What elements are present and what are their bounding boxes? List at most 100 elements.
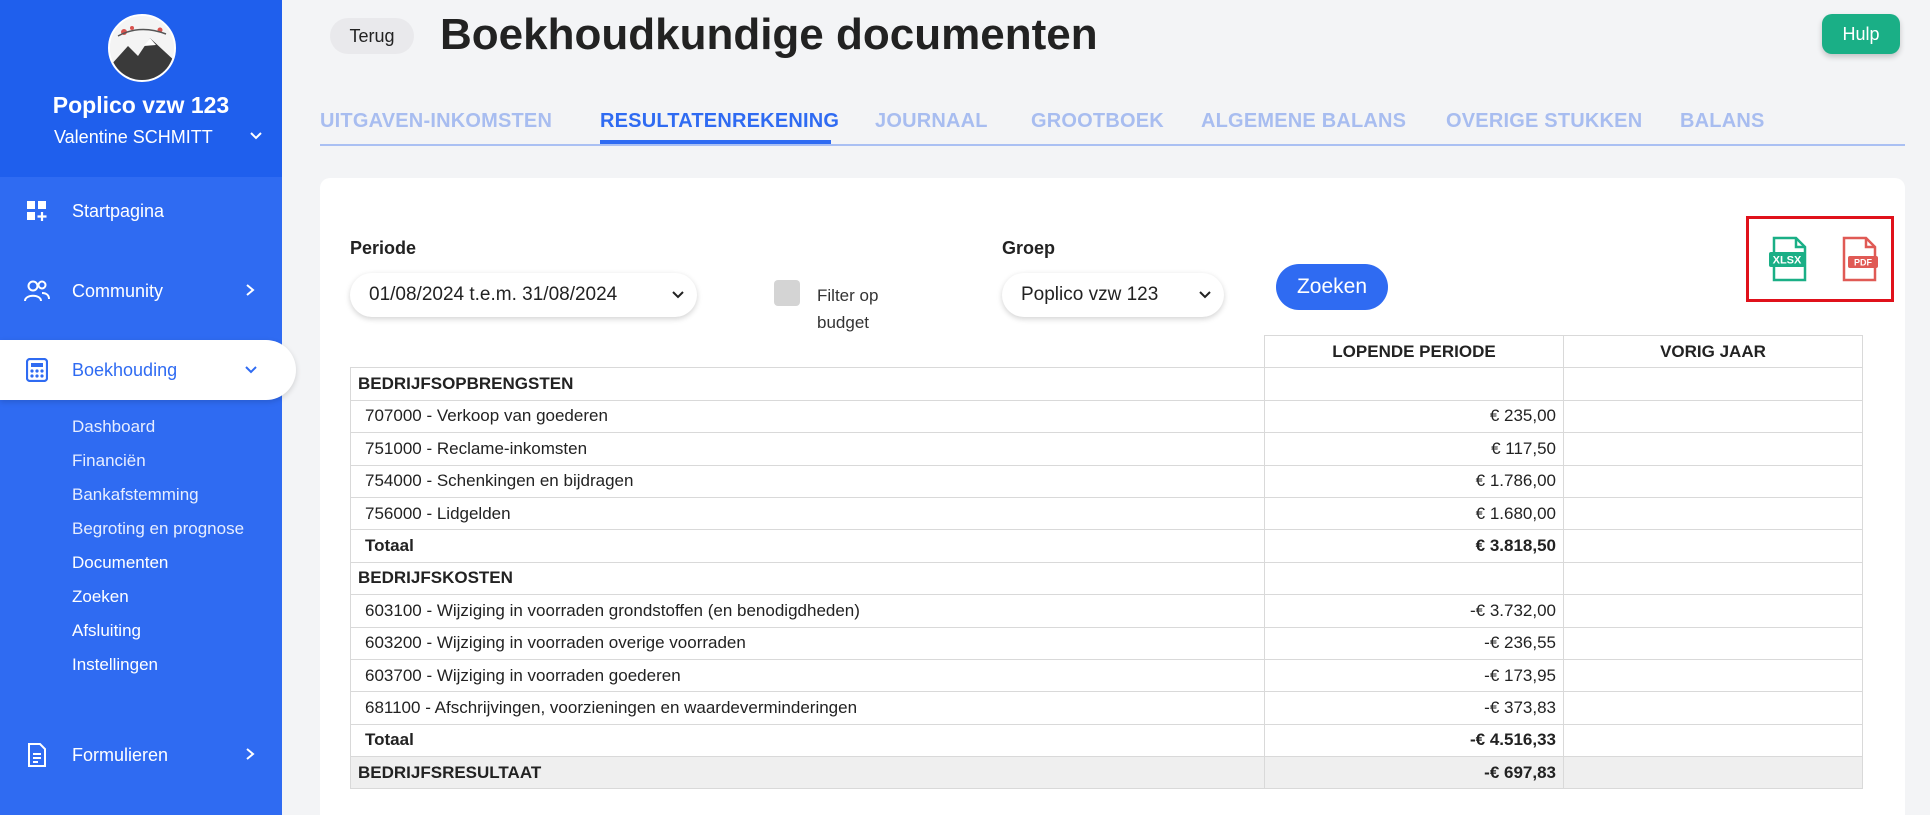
previous-amount bbox=[1563, 594, 1863, 628]
table-row: 603700 - Wijziging in voorraden goederen… bbox=[350, 658, 1863, 693]
table-row: 681100 - Afschrijvingen, voorzieningen e… bbox=[350, 691, 1863, 725]
previous-amount bbox=[1563, 399, 1863, 434]
account-name: 707000 - Verkoop van goederen bbox=[350, 399, 1265, 434]
current-amount: € 1.786,00 bbox=[1264, 464, 1564, 498]
period-select-value: 01/08/2024 t.e.m. 31/08/2024 bbox=[369, 284, 618, 305]
nav-accounting-label: Boekhouding bbox=[72, 359, 178, 380]
subnav-dashboard[interactable]: Dashboard bbox=[72, 417, 155, 437]
chevron-right-icon bbox=[244, 281, 256, 302]
previous-amount bbox=[1563, 432, 1863, 466]
active-tab-indicator bbox=[600, 140, 831, 144]
subnav-closing[interactable]: Afsluiting bbox=[72, 621, 141, 641]
account-name: 754000 - Schenkingen en bijdragen bbox=[350, 464, 1265, 498]
tab-general-ledger[interactable]: GROOTBOEK bbox=[1031, 110, 1164, 133]
previous-amount bbox=[1563, 464, 1863, 498]
total-current-amount: € 3.818,50 bbox=[1264, 529, 1564, 563]
subnav-budget-forecast[interactable]: Begroting en prognose bbox=[72, 519, 244, 539]
chevron-right-icon bbox=[244, 745, 256, 766]
subnav-documents[interactable]: Documenten bbox=[72, 553, 168, 573]
total-current-amount: -€ 4.516,33 bbox=[1264, 723, 1564, 758]
subnav-bank-reconciliation[interactable]: Bankafstemming bbox=[72, 485, 199, 505]
previous-amount bbox=[1563, 691, 1863, 725]
tab-bar: UITGAVEN-INKOMSTEN RESULTATENREKENING JO… bbox=[320, 104, 1905, 146]
tab-general-balance[interactable]: ALGEMENE BALANS bbox=[1201, 110, 1406, 133]
income-statement-table: LOPENDE PERIODE VORIG JAAR BEDRIJFSOPBRE… bbox=[350, 334, 1863, 790]
account-name: 603100 - Wijziging in voorraden grondsto… bbox=[350, 594, 1265, 628]
result-label: BEDRIJFSRESULTAAT bbox=[350, 756, 1265, 790]
user-name: Valentine SCHMITT bbox=[54, 127, 213, 147]
current-amount: € 235,00 bbox=[1264, 399, 1564, 434]
nav-forms[interactable]: Formulieren bbox=[0, 725, 282, 785]
subnav-finances[interactable]: Financiën bbox=[72, 451, 146, 471]
current-amount: -€ 373,83 bbox=[1264, 691, 1564, 725]
tab-other-documents[interactable]: OVERIGE STUKKEN bbox=[1446, 110, 1642, 133]
total-label: Totaal bbox=[350, 529, 1265, 563]
current-amount: € 117,50 bbox=[1264, 432, 1564, 466]
back-button[interactable]: Terug bbox=[330, 18, 414, 54]
nav-community[interactable]: Community bbox=[0, 261, 282, 321]
account-name: 756000 - Lidgelden bbox=[350, 496, 1265, 531]
subnav-search[interactable]: Zoeken bbox=[72, 587, 129, 607]
chevron-down-icon bbox=[671, 287, 685, 303]
org-header[interactable]: Poplico vzw 123 Valentine SCHMITT bbox=[0, 0, 282, 177]
current-amount: -€ 236,55 bbox=[1264, 626, 1564, 660]
users-icon bbox=[24, 278, 50, 304]
tab-journal[interactable]: JOURNAAL bbox=[875, 110, 988, 133]
budget-filter-checkbox[interactable] bbox=[774, 280, 800, 306]
total-label: Totaal bbox=[350, 723, 1265, 758]
group-label: Groep bbox=[1002, 238, 1056, 258]
total-row: Totaal € 3.818,50 bbox=[350, 529, 1863, 563]
group-select[interactable]: Poplico vzw 123 bbox=[1002, 273, 1224, 317]
page-title: Boekhoudkundige documenten bbox=[440, 10, 1098, 59]
table-header-row: LOPENDE PERIODE VORIG JAAR bbox=[350, 334, 1863, 369]
previous-amount bbox=[1563, 626, 1863, 660]
total-previous-amount bbox=[1563, 723, 1863, 758]
nav-home-label: Startpagina bbox=[72, 200, 165, 221]
svg-text:PDF: PDF bbox=[1854, 258, 1873, 268]
table-row: 754000 - Schenkingen en bijdragen € 1.78… bbox=[350, 464, 1863, 498]
previous-amount bbox=[1563, 496, 1863, 531]
search-button[interactable]: Zoeken bbox=[1276, 264, 1388, 310]
nav-community-label: Community bbox=[72, 280, 164, 301]
chevron-down-icon bbox=[1198, 287, 1212, 303]
help-button[interactable]: Hulp bbox=[1822, 14, 1900, 54]
nav-home[interactable]: Startpagina bbox=[0, 181, 282, 241]
account-name: 751000 - Reclame-inkomsten bbox=[350, 432, 1265, 466]
section-row: BEDRIJFSOPBRENGSTEN bbox=[350, 367, 1863, 401]
col-previous-year: VORIG JAAR bbox=[1563, 334, 1863, 369]
subnav-settings[interactable]: Instellingen bbox=[72, 655, 158, 675]
section-row: BEDRIJFSKOSTEN bbox=[350, 561, 1863, 596]
account-name: 603700 - Wijziging in voorraden goederen bbox=[350, 658, 1265, 693]
nav-forms-label: Formulieren bbox=[72, 744, 169, 765]
total-row: Totaal -€ 4.516,33 bbox=[350, 723, 1863, 758]
tab-income-statement[interactable]: RESULTATENREKENING bbox=[600, 110, 839, 133]
chevron-down-icon[interactable] bbox=[248, 127, 264, 148]
pdf-export-icon[interactable]: PDF bbox=[1838, 236, 1880, 282]
section-label: BEDRIJFSOPBRENGSTEN bbox=[350, 367, 1265, 401]
org-name: Poplico vzw 123 bbox=[52, 92, 230, 118]
group-select-value: Poplico vzw 123 bbox=[1021, 284, 1159, 305]
period-select[interactable]: 01/08/2024 t.e.m. 31/08/2024 bbox=[350, 273, 697, 317]
table-row: 751000 - Reclame-inkomsten € 117,50 bbox=[350, 432, 1863, 466]
current-amount: € 1.680,00 bbox=[1264, 496, 1564, 531]
tab-expenses-income[interactable]: UITGAVEN-INKOMSTEN bbox=[320, 110, 552, 133]
xlsx-export-icon[interactable]: XLSX bbox=[1768, 236, 1810, 282]
budget-filter-label: Filter op budget bbox=[817, 286, 879, 332]
sidebar: Poplico vzw 123 Valentine SCHMITT Startp… bbox=[0, 0, 296, 815]
period-label: Periode bbox=[350, 238, 417, 258]
tab-balance[interactable]: BALANS bbox=[1680, 110, 1765, 133]
account-name: 681100 - Afschrijvingen, voorzieningen e… bbox=[350, 691, 1265, 725]
result-previous-amount bbox=[1563, 756, 1863, 790]
dashboard-add-icon bbox=[24, 198, 50, 224]
current-amount: -€ 3.732,00 bbox=[1264, 594, 1564, 628]
nav-accounting[interactable]: Boekhouding bbox=[0, 340, 296, 400]
table-row: 707000 - Verkoop van goederen € 235,00 bbox=[350, 399, 1863, 434]
result-row: BEDRIJFSRESULTAAT -€ 697,83 bbox=[350, 756, 1863, 790]
svg-text:XLSX: XLSX bbox=[1773, 255, 1802, 267]
account-name: 603200 - Wijziging in voorraden overige … bbox=[350, 626, 1265, 660]
table-row: 756000 - Lidgelden € 1.680,00 bbox=[350, 496, 1863, 531]
col-current-period: LOPENDE PERIODE bbox=[1264, 334, 1564, 369]
org-avatar bbox=[108, 14, 176, 82]
current-amount: -€ 173,95 bbox=[1264, 658, 1564, 693]
total-previous-amount bbox=[1563, 529, 1863, 563]
